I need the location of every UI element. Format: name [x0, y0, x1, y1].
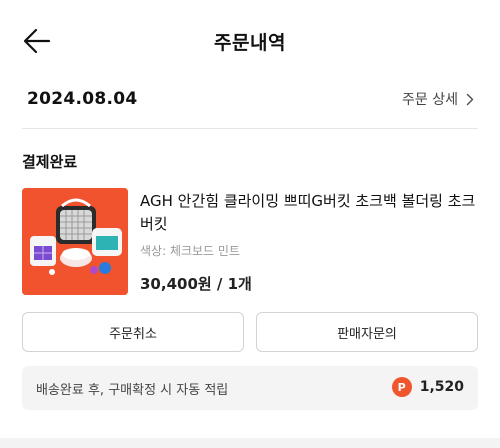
- order-detail-link[interactable]: 주문 상세: [402, 89, 474, 109]
- page-title: 주문내역: [214, 32, 286, 54]
- points-description: 배송완료 후, 구매확정 시 자동 적립: [36, 383, 229, 398]
- divider: [22, 128, 478, 129]
- points-info: 배송완료 후, 구매확정 시 자동 적립 P 1,520: [22, 366, 478, 410]
- seller-inquiry-button[interactable]: 판매자문의: [256, 312, 478, 352]
- product-item[interactable]: AGH 안간힘 클라이밍 쁘띠G버킷 초크백 볼더링 초크버킷 색상: 체크보드…: [22, 188, 478, 298]
- order-detail-label: 주문 상세: [402, 92, 458, 108]
- cancel-order-button[interactable]: 주문취소: [22, 312, 244, 352]
- product-image: [22, 188, 128, 295]
- order-status: 결제완료: [22, 153, 78, 171]
- points-icon: P: [391, 377, 412, 397]
- header: 주문내역: [0, 0, 500, 82]
- points-amount-group: P 1,520: [391, 377, 464, 397]
- product-thumbnail[interactable]: [22, 188, 128, 295]
- product-option: 색상: 체크보드 민트: [140, 244, 240, 258]
- order-row: 2024.08.04 주문 상세: [0, 86, 500, 126]
- product-name[interactable]: AGH 안간힘 클라이밍 쁘띠G버킷 초크백 볼더링 초크버킷: [140, 190, 476, 236]
- order-date: 2024.08.04: [27, 89, 138, 109]
- chevron-right-icon: [466, 93, 474, 105]
- section-separator: [0, 438, 500, 448]
- product-price: 30,400원 / 1개: [140, 275, 252, 293]
- points-amount: 1,520: [419, 379, 464, 395]
